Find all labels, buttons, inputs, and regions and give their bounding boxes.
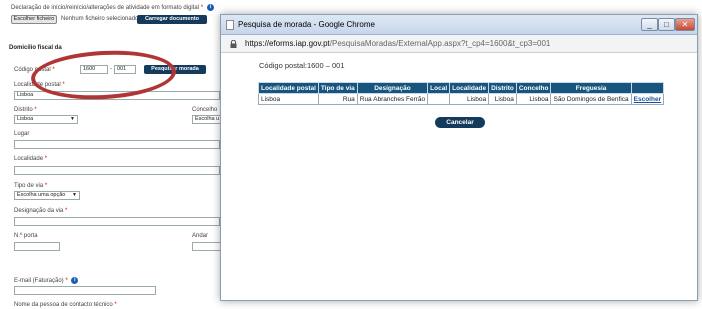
- table-cell: São Domingos de Benfica: [550, 93, 632, 105]
- email-label: E-mail (Faturação): [14, 278, 64, 285]
- upload-document-button[interactable]: Carregar documento: [137, 15, 207, 24]
- maximize-button[interactable]: □: [658, 18, 675, 31]
- designacao-via-input[interactable]: [14, 217, 220, 226]
- column-header: Tipo de via: [317, 82, 358, 94]
- results-table: Localidade postal Tipo de via Designação Lo…: [258, 82, 665, 105]
- localidade-label: Localidade: [14, 156, 44, 162]
- chevron-down-icon: ▼: [70, 116, 75, 122]
- email-input[interactable]: [14, 286, 156, 295]
- distrito-select[interactable]: Lisboa ▼: [14, 115, 78, 124]
- table-cell: Escolher: [630, 93, 665, 105]
- concelho-select[interactable]: Escolha u: [192, 115, 222, 124]
- table-cell: Rua Abranches Ferrão: [356, 93, 429, 105]
- popup-titlebar[interactable]: Pesquisa de morada - Google Chrome _ □ ✕: [221, 15, 697, 35]
- required-mark: *: [200, 5, 204, 12]
- choose-file-button[interactable]: Escolher ficheiro: [11, 15, 57, 24]
- localidade-input[interactable]: [14, 166, 220, 175]
- column-header: Localidade: [449, 82, 490, 94]
- porta-input[interactable]: [14, 242, 60, 251]
- table-header-row: Localidade postal Tipo de via Designação Lo…: [258, 82, 665, 94]
- choose-address-link[interactable]: Escolher: [634, 96, 661, 103]
- table-cell: Lisboa: [258, 93, 319, 105]
- postal-code-heading: Código postal:1600 – 001: [259, 61, 345, 70]
- column-header: Local: [427, 82, 451, 94]
- minimize-button[interactable]: _: [641, 18, 658, 31]
- column-header: Distrito: [488, 82, 517, 94]
- column-header: Designação: [356, 82, 429, 94]
- url-text: https://eforms.iap.gov.pt/PesquisaMorada…: [245, 39, 551, 48]
- concelho-label: Concelho: [192, 107, 218, 113]
- address-search-popup: Pesquisa de morada - Google Chrome _ □ ✕…: [220, 14, 698, 301]
- table-cell: Rua: [317, 93, 358, 105]
- close-button[interactable]: ✕: [675, 18, 695, 31]
- declaration-label: Declaração de início/reinício/alterações…: [11, 5, 200, 12]
- column-header: Concelho: [515, 82, 552, 94]
- table-cell: Lisboa: [488, 93, 517, 105]
- page-icon: [226, 20, 234, 30]
- andar-input[interactable]: [192, 242, 222, 251]
- column-header: [630, 82, 665, 94]
- table-row: Lisboa Rua Rua Abranches Ferrão Lisboa Lisbo…: [258, 93, 665, 105]
- chevron-down-icon: ▼: [72, 192, 77, 198]
- contact-name-label: Nome da pessoa de contacto técnico: [14, 302, 113, 308]
- fiscal-section-title: Domicílio fiscal da: [9, 45, 62, 51]
- address-bar[interactable]: https://eforms.iap.gov.pt/PesquisaMorada…: [221, 35, 697, 53]
- porta-label: N.º porta: [14, 233, 38, 239]
- andar-label: Andar: [192, 233, 209, 239]
- tipo-via-label: Tipo de via: [14, 183, 44, 189]
- tipo-via-select[interactable]: Escolha uma opção ▼: [14, 191, 80, 200]
- column-header: Localidade postal: [258, 82, 319, 94]
- popup-window-title: Pesquisa de morada - Google Chrome: [238, 20, 375, 29]
- no-file-label: Nenhum ficheiro selecionado: [61, 16, 139, 22]
- lock-icon: [230, 40, 237, 48]
- distrito-label: Distrito: [14, 107, 33, 113]
- info-icon[interactable]: i: [206, 4, 214, 11]
- info-icon[interactable]: i: [71, 277, 79, 284]
- lugar-label: Lugar: [14, 131, 30, 137]
- popup-content: Código postal:1600 – 001 Localidade post…: [221, 53, 697, 300]
- table-cell: [427, 93, 451, 105]
- lugar-input[interactable]: [14, 140, 220, 149]
- designacao-via-label: Designação da via: [14, 208, 64, 214]
- table-cell: Lisboa: [515, 93, 552, 105]
- column-header: Freguesia: [550, 82, 632, 94]
- cancel-button[interactable]: Cancelar: [435, 117, 485, 128]
- table-cell: Lisboa: [449, 93, 490, 105]
